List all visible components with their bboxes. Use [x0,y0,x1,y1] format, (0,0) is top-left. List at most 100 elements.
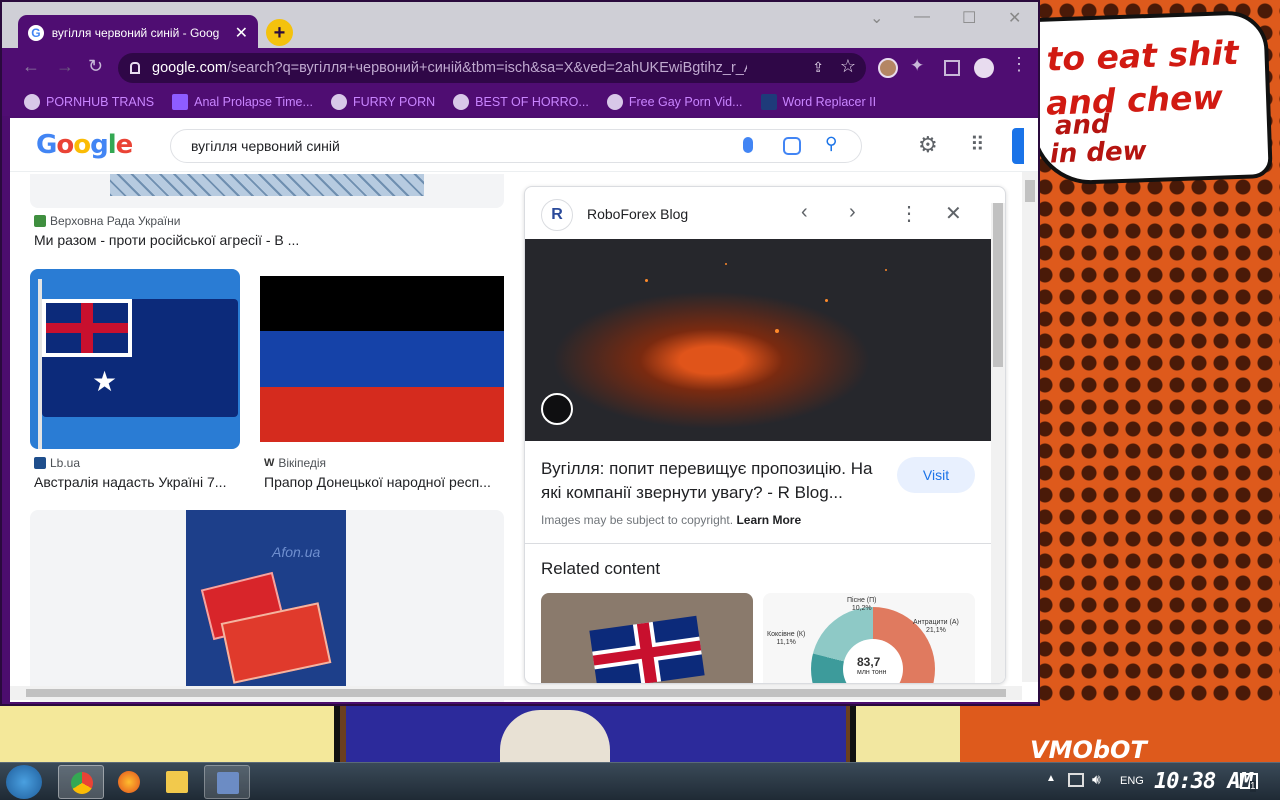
bookmark-item[interactable]: Anal Prolapse Time... [172,94,313,110]
clock[interactable]: 10:38 AM [1154,769,1253,794]
result-source[interactable]: Верховна Рада України [34,214,180,228]
tab-close-icon[interactable]: ✕ [235,23,248,43]
google-logo[interactable]: Google [36,130,133,160]
scroll-thumb[interactable] [26,689,1006,697]
site-icon [606,94,623,110]
start-button[interactable] [6,765,42,799]
taskbar-app[interactable] [204,765,250,799]
globe-icon [453,94,470,110]
source-label: Верховна Рада України [50,214,181,228]
reload-button[interactable]: ↻ [88,56,103,77]
result-source[interactable]: Lb.ua [34,456,80,470]
preview-site-name[interactable]: RoboForex Blog [587,206,688,222]
globe-icon [24,94,40,110]
close-icon[interactable]: ✕ [945,201,962,226]
scroll-thumb[interactable] [1025,180,1035,202]
new-tab-button[interactable]: + [266,19,293,46]
extensions-icon[interactable]: ✦ [910,56,930,76]
chrome-window: G вугілля червоний синій - Goog ✕ + ⌄ — … [0,0,1040,706]
ember [825,299,828,302]
search-input[interactable]: вугілля червоний синій [191,138,340,154]
result-source[interactable]: W Вікіпедія [264,456,326,470]
bookmark-item[interactable]: Word Replacer II [760,94,876,110]
page-scrollbar[interactable] [1022,172,1038,682]
google-images-page: Google вугілля червоний синій ⚲ ⚙ ⠿ Верх… [10,118,1038,702]
show-hidden-icons-icon[interactable]: ▲ [1046,773,1056,784]
result-caption[interactable]: Ми разом - проти російської агресії - В … [34,232,474,248]
volume-icon[interactable]: 🔊︎ [1092,771,1101,788]
bookmark-label: BEST OF HORRO... [475,95,589,109]
coal-package-image: Afon.ua [186,510,346,690]
comic-panel [0,706,340,762]
maximize-button[interactable]: ☐ [962,8,976,28]
result-thumbnail[interactable] [30,174,504,208]
taskbar-firefox[interactable] [106,765,152,799]
chevron-right-icon[interactable]: › [849,201,856,224]
ember [885,269,887,271]
result-thumbnail[interactable] [260,276,504,442]
tab-title: вугілля червоний синій - Goog [51,25,220,40]
share-icon[interactable]: ⇪ [812,59,824,76]
preview-scrollbar[interactable] [991,203,1005,683]
result-thumbnail[interactable]: ★ [30,269,240,449]
bookmark-star-icon[interactable]: ☆ [840,56,856,77]
chrome-menu-icon[interactable]: ⋮ [1010,54,1030,74]
related-thumbnail[interactable] [541,593,753,683]
google-lens-icon[interactable] [783,137,801,155]
network-icon[interactable] [1068,773,1084,787]
sign-in-button[interactable] [1012,128,1024,164]
title-bar[interactable]: G вугілля червоний синій - Goog ✕ + ⌄ — … [2,2,1038,50]
profile-picture-icon[interactable] [878,58,898,78]
gear-icon[interactable]: ⚙ [918,132,938,158]
language-indicator[interactable]: ENG [1120,775,1144,787]
flag-stripe [260,276,504,332]
search-box[interactable]: вугілля червоний синій ⚲ [170,129,862,163]
forward-button[interactable]: → [56,56,74,77]
chevron-left-icon[interactable]: ‹ [801,201,808,224]
url-host: google.com [152,60,227,76]
microphone-icon[interactable] [743,137,753,153]
result-caption[interactable]: Австралія надасть Україні 7... [34,474,240,490]
more-options-icon[interactable]: ⋮ [899,201,919,226]
comic-sign-text: VMObOT [1030,736,1147,762]
tab-search-icon[interactable]: ⌄ [870,8,883,28]
side-panel-icon[interactable] [944,60,960,76]
preview-coal-image[interactable] [525,239,991,441]
bubble-text: and [1054,109,1111,142]
bookmark-label: PORNHUB TRANS [46,95,155,109]
address-bar[interactable]: google.com /search?q=вугілля+червоний+си… [118,53,866,83]
related-thumbnail[interactable]: 83,7 млн тонн Пісне (П) 10,2% Коксівне (… [763,593,975,683]
bookmark-item[interactable]: PORNHUB TRANS [24,94,154,110]
horizontal-scrollbar[interactable] [10,686,1022,700]
bookmark-item[interactable]: Free Gay Porn Vid... [606,94,743,110]
account-icon[interactable] [974,58,994,78]
word-replacer-icon [760,94,777,110]
copyright-text: Images may be subject to copyright. [541,513,734,527]
back-button[interactable]: ← [22,56,40,77]
taskbar-chrome[interactable] [58,765,104,799]
browser-tab-active[interactable]: G вугілля червоний синій - Goog ✕ [18,15,258,50]
taskbar-file-explorer[interactable] [154,765,200,799]
preview-title[interactable]: Вугілля: попит перевищує пропозицію. На … [541,457,891,505]
learn-more-link[interactable]: Learn More [736,513,801,527]
firefox-icon [118,771,140,793]
close-window-button[interactable]: ✕ [1008,8,1021,28]
scroll-thumb[interactable] [993,203,1003,367]
windows-taskbar: ▲ 🔊︎ ENG 10:38 AM 1 [0,762,1280,800]
apps-grid-icon[interactable]: ⠿ [970,132,985,157]
rada-favicon-icon [34,215,46,227]
url-path: /search?q=вугілля+червоний+синій&tbm=isc… [226,60,747,76]
bookmark-item[interactable]: BEST OF HORRO... [453,94,589,110]
browser-toolbar: ← → ↻ google.com /search?q=вугілля+черво… [2,48,1038,88]
search-icon[interactable]: ⚲ [825,134,837,154]
wikipedia-icon: W [264,457,275,469]
visit-button[interactable]: Visit [897,457,975,493]
lens-search-icon[interactable] [541,393,573,425]
result-caption[interactable]: Прапор Донецької народної респ... [264,474,504,490]
source-label: Вікіпедія [278,456,327,470]
lock-icon[interactable] [130,62,140,74]
result-thumbnail[interactable]: Afon.ua [30,510,504,702]
bookmarks-bar: PORNHUB TRANS Anal Prolapse Time... FURR… [2,88,1038,116]
minimize-button[interactable]: — [914,8,930,26]
bookmark-item[interactable]: FURRY PORN [330,94,435,110]
